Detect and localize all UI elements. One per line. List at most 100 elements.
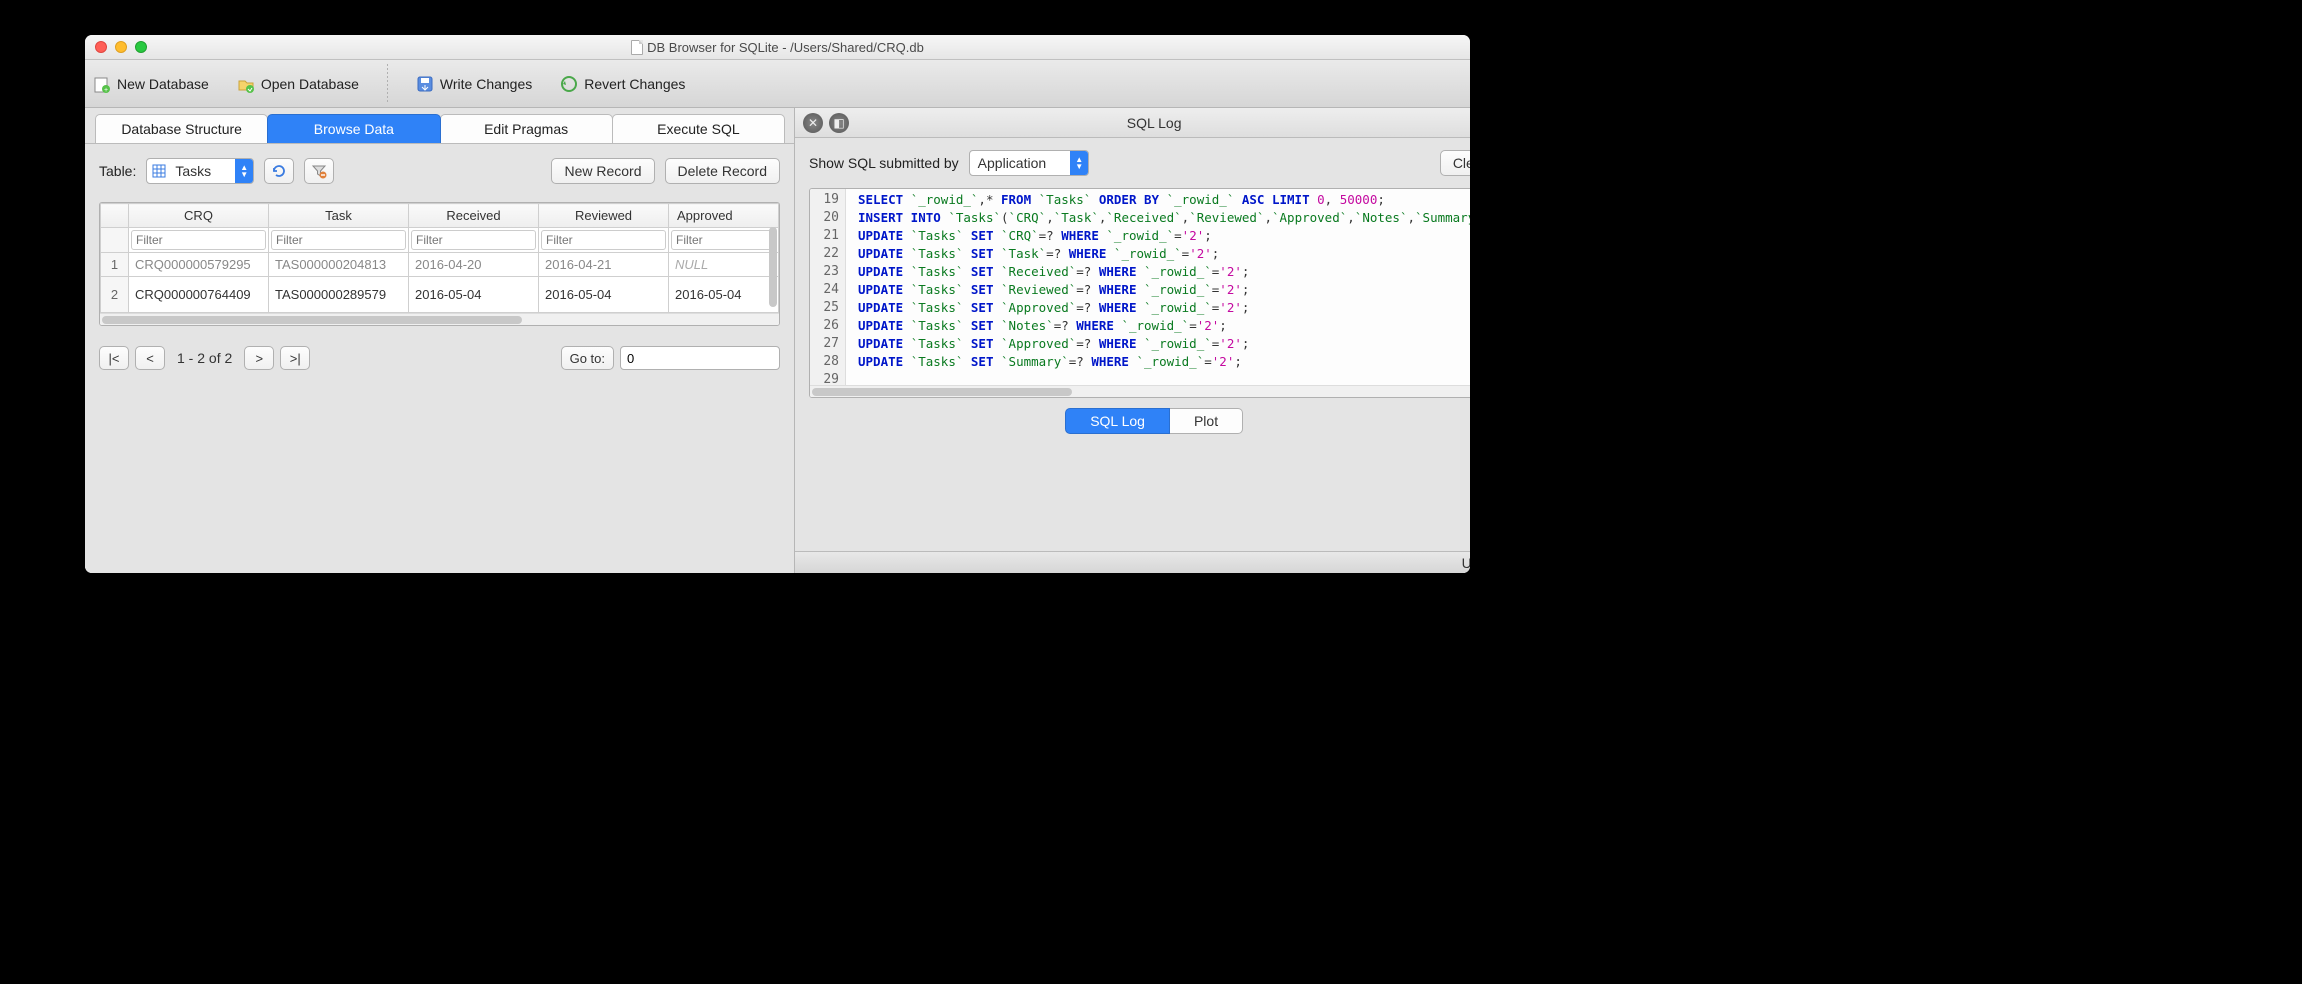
right-pane: ✕ ◧ SQL Log Show SQL submitted by Applic… (795, 108, 1470, 573)
table-select-value: Tasks (171, 163, 235, 179)
goto-label: Go to: (561, 346, 614, 370)
table-select[interactable]: Tasks ▲▼ (146, 158, 254, 184)
tab-sql-log[interactable]: SQL Log (1065, 408, 1170, 434)
cell[interactable]: TAS000000204813 (269, 253, 409, 277)
new-database-label: New Database (117, 76, 209, 92)
cell[interactable]: CRQ000000579295 (129, 253, 269, 277)
refresh-button[interactable] (264, 158, 294, 184)
filter-input[interactable] (131, 230, 266, 250)
funnel-icon (311, 163, 327, 179)
filter-input[interactable] (541, 230, 666, 250)
write-changes-label: Write Changes (440, 76, 532, 92)
revert-changes-button[interactable]: Revert Changes (560, 75, 685, 93)
new-record-button[interactable]: New Record (551, 158, 654, 184)
titlebar: DB Browser for SQLite - /Users/Shared/CR… (85, 35, 1470, 60)
col-header[interactable]: Received (409, 204, 539, 228)
delete-record-button[interactable]: Delete Record (665, 158, 781, 184)
sql-source-select[interactable]: Application ▲▼ (969, 150, 1090, 176)
filter-row (101, 228, 779, 253)
cell[interactable]: 2016-04-21 (539, 253, 669, 277)
panel-undock-icon[interactable]: ◧ (829, 113, 849, 133)
revert-changes-label: Revert Changes (584, 76, 685, 92)
encoding-status: UTF-8 (1462, 555, 1470, 571)
log-bottom-tabs: SQL Log Plot (795, 408, 1470, 434)
cell[interactable]: CRQ000000764409 (129, 277, 269, 313)
revert-changes-icon (560, 75, 578, 93)
filter-input[interactable] (671, 230, 776, 250)
content-split: Database Structure Browse Data Edit Prag… (85, 108, 1470, 573)
table-hscroll-thumb[interactable] (102, 316, 522, 324)
pager-last-button[interactable]: >| (280, 346, 310, 370)
clear-log-button[interactable]: Clear (1440, 150, 1470, 176)
toolbar-group-file: + New Database Open Database (93, 75, 359, 93)
cell[interactable]: TAS000000289579 (269, 277, 409, 313)
tab-plot[interactable]: Plot (1170, 408, 1243, 434)
app-window: DB Browser for SQLite - /Users/Shared/CR… (85, 35, 1470, 573)
refresh-icon (271, 163, 287, 179)
open-database-label: Open Database (261, 76, 359, 92)
select-stepper-icon: ▲▼ (235, 159, 253, 183)
rownum-header[interactable] (101, 204, 129, 228)
browse-controls: Table: Tasks ▲▼ New Re (99, 158, 780, 184)
pager-status: 1 - 2 of 2 (171, 350, 238, 366)
sql-log-title: SQL Log (795, 115, 1470, 131)
tab-database-structure[interactable]: Database Structure (95, 114, 268, 143)
rownum-cell: 2 (101, 277, 129, 313)
table-header-row: CRQ Task Received Reviewed Approved (101, 204, 779, 228)
table-vscroll-thumb[interactable] (769, 227, 777, 307)
pager-first-button[interactable]: |< (99, 346, 129, 370)
rownum-cell: 1 (101, 253, 129, 277)
minimize-icon[interactable] (115, 41, 127, 53)
window-controls (85, 41, 147, 53)
cell[interactable]: 2016-04-20 (409, 253, 539, 277)
cell[interactable]: 2016-05-04 (669, 277, 779, 313)
write-changes-button[interactable]: Write Changes (416, 75, 532, 93)
tab-browse-data[interactable]: Browse Data (267, 114, 440, 143)
document-icon (631, 40, 643, 55)
sql-log-box[interactable]: 1920212223 242526272829 SELECT `_rowid_`… (809, 188, 1470, 398)
open-database-button[interactable]: Open Database (237, 75, 359, 93)
table-hscroll[interactable] (100, 313, 779, 325)
write-changes-icon (416, 75, 434, 93)
new-database-button[interactable]: + New Database (93, 75, 209, 93)
cell[interactable]: NULL (669, 253, 779, 277)
filter-input[interactable] (411, 230, 536, 250)
zoom-icon[interactable] (135, 41, 147, 53)
clear-filters-button[interactable] (304, 158, 334, 184)
left-pane: Database Structure Browse Data Edit Prag… (85, 108, 795, 573)
sql-log-controls: Show SQL submitted by Application ▲▼ Cle… (795, 138, 1470, 188)
open-database-icon (237, 75, 255, 93)
log-hscroll[interactable] (810, 385, 1470, 397)
main-toolbar: + New Database Open Database Write Chang… (85, 60, 1470, 108)
col-header[interactable]: Approved (669, 204, 779, 228)
sql-log-header: ✕ ◧ SQL Log (795, 108, 1470, 138)
col-header[interactable]: CRQ (129, 204, 269, 228)
log-hscroll-thumb[interactable] (812, 388, 1072, 396)
cell[interactable]: 2016-05-04 (409, 277, 539, 313)
table-row[interactable]: 1 CRQ000000579295 TAS000000204813 2016-0… (101, 253, 779, 277)
toolbar-separator (387, 64, 388, 104)
log-lines[interactable]: SELECT `_rowid_`,* FROM `Tasks` ORDER BY… (850, 189, 1470, 373)
table-row[interactable]: 2 CRQ000000764409 TAS000000289579 2016-0… (101, 277, 779, 313)
null-value: NULL (675, 257, 708, 272)
data-table-container: CRQ Task Received Reviewed Approved (99, 202, 780, 326)
panel-close-icon[interactable]: ✕ (803, 113, 823, 133)
goto-input[interactable] (620, 346, 780, 370)
pager-prev-button[interactable]: < (135, 346, 165, 370)
cell[interactable]: 2016-05-04 (539, 277, 669, 313)
new-database-icon: + (93, 75, 111, 93)
svg-text:+: + (104, 87, 108, 93)
pager: |< < 1 - 2 of 2 > >| Go to: (99, 346, 780, 370)
pager-next-button[interactable]: > (244, 346, 274, 370)
col-header[interactable]: Task (269, 204, 409, 228)
sql-source-value: Application (970, 155, 1071, 171)
tab-edit-pragmas[interactable]: Edit Pragmas (440, 114, 613, 143)
col-header[interactable]: Reviewed (539, 204, 669, 228)
tab-execute-sql[interactable]: Execute SQL (612, 114, 785, 143)
close-icon[interactable] (95, 41, 107, 53)
show-sql-label: Show SQL submitted by (809, 155, 959, 171)
log-line-gutter: 1920212223 242526272829 (810, 189, 846, 397)
filter-input[interactable] (271, 230, 406, 250)
statusbar: UTF-8 (795, 551, 1470, 573)
toolbar-group-changes: Write Changes Revert Changes (416, 75, 686, 93)
